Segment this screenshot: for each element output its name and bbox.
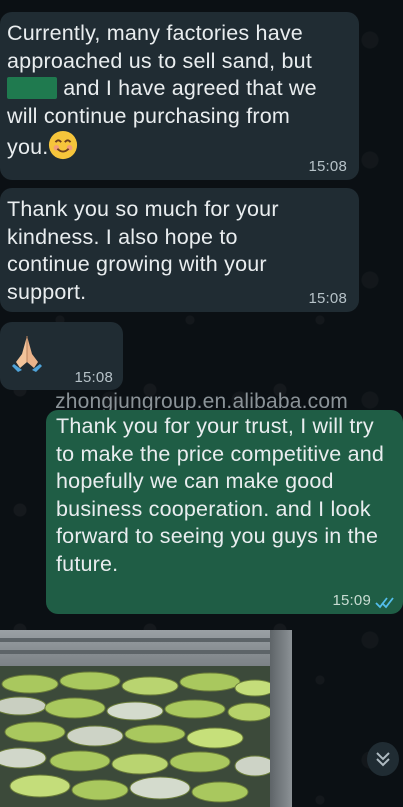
message-timestamp: 15:08: [308, 290, 347, 307]
message-text: Currently, many factories have approache…: [7, 21, 317, 160]
redacted-name: [7, 77, 57, 99]
sand-bags-image: [0, 666, 270, 807]
message-bubble-incoming[interactable]: 15:08: [0, 322, 123, 390]
read-double-check-icon: [375, 597, 394, 609]
message-bubble-incoming[interactable]: Currently, many factories have approache…: [0, 12, 359, 180]
scroll-to-bottom-button[interactable]: [367, 742, 399, 776]
message-bubble-outgoing[interactable]: Thank you for your trust, I will try to …: [46, 410, 403, 614]
container-ceiling: [0, 630, 292, 666]
ceiling-stripe: [0, 638, 292, 642]
folded-hands-icon: [12, 336, 42, 372]
message-timestamp: 15:09: [332, 592, 371, 609]
smiling-face-icon: [49, 130, 78, 160]
message-timestamp: 15:08: [74, 369, 113, 386]
double-chevron-down-icon: [376, 752, 390, 767]
message-text: Thank you for your trust, I will try to …: [56, 414, 385, 576]
message-text: Thank you so much for your kindness. I a…: [7, 197, 279, 304]
message-bubble-incoming[interactable]: Thank you so much for your kindness. I a…: [0, 188, 359, 312]
container-wall: [270, 630, 292, 807]
image-message[interactable]: [0, 630, 292, 807]
ceiling-stripe: [0, 650, 292, 654]
message-timestamp: 15:08: [308, 158, 347, 175]
